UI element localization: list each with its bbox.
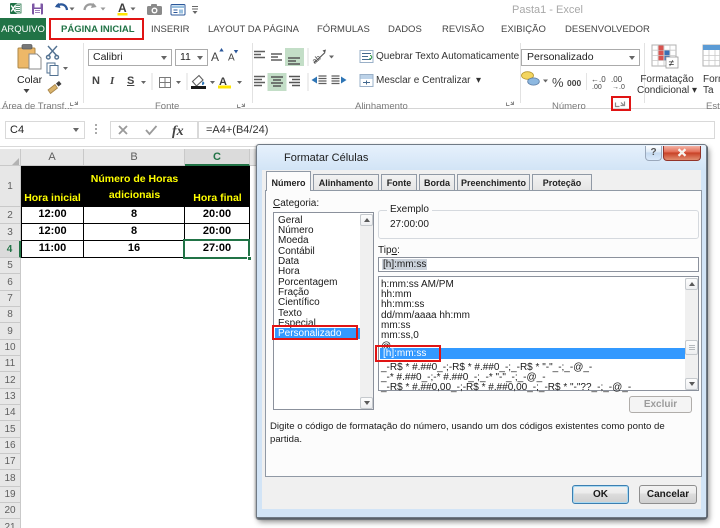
svg-text:A: A bbox=[118, 1, 127, 15]
svg-text:%: % bbox=[552, 75, 564, 90]
svg-text:000: 000 bbox=[567, 78, 581, 88]
svg-text:←.0: ←.0 bbox=[591, 75, 606, 84]
svg-text:fx: fx bbox=[172, 124, 184, 139]
svg-text:A: A bbox=[211, 50, 219, 64]
svg-text:→.0: →.0 bbox=[612, 84, 625, 91]
svg-text:.00: .00 bbox=[611, 75, 623, 84]
svg-text:≠: ≠ bbox=[669, 59, 675, 70]
svg-text:.00: .00 bbox=[592, 84, 602, 91]
svg-text:A: A bbox=[228, 53, 235, 64]
svg-text:ab: ab bbox=[310, 53, 323, 66]
